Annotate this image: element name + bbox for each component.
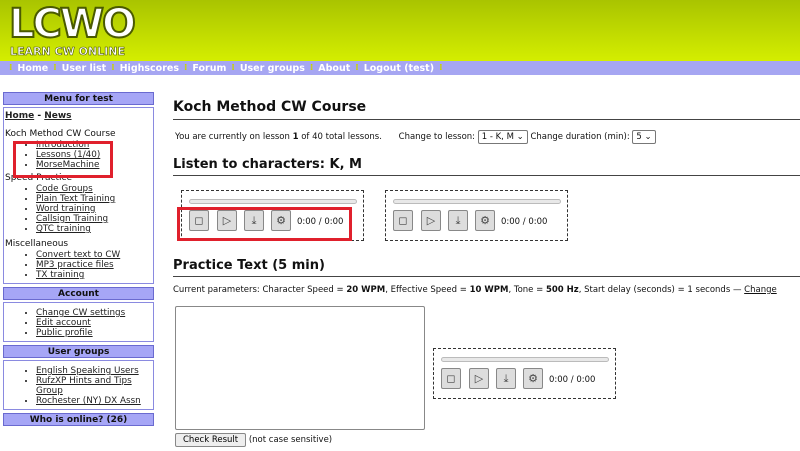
- koch-heading: Koch Method CW Course: [5, 129, 116, 139]
- download-icon: ⤓: [503, 371, 509, 385]
- params-text: , Start delay (seconds) = 1 seconds —: [578, 285, 745, 295]
- menu-heading: Menu for test: [3, 92, 154, 105]
- nav-user-list[interactable]: User list: [62, 63, 107, 74]
- progress-bar[interactable]: [189, 199, 357, 204]
- settings-button[interactable]: ⚙: [523, 368, 543, 389]
- lesson-select[interactable]: 1 - K, M ⌄: [477, 130, 528, 144]
- highlight-box: [13, 141, 113, 178]
- lesson-text-end: of 40 total lessons.: [298, 132, 382, 142]
- account-box: Change CW settingsEdit accountPublic pro…: [3, 302, 154, 342]
- stop-button[interactable]: ◻: [393, 210, 413, 231]
- duration-select[interactable]: 5 ⌄: [632, 130, 656, 144]
- listen-heading: Listen to characters: K, M: [173, 157, 800, 176]
- play-button[interactable]: ▷: [421, 210, 441, 231]
- time-display: 0:00 / 0:00: [549, 375, 596, 385]
- site-header: LCWO LEARN CW ONLINE: [0, 0, 800, 61]
- stop-icon: ◻: [446, 372, 456, 385]
- link-group-rufzxp[interactable]: RufzXP Hints and Tips Group: [36, 376, 132, 396]
- nav-forum[interactable]: Forum: [192, 63, 226, 74]
- duration-select-value: 5: [636, 132, 642, 142]
- practice-text-input[interactable]: [175, 306, 425, 430]
- parameters-line: Current parameters: Character Speed = 20…: [173, 285, 777, 295]
- nav-highscores[interactable]: Highscores: [120, 63, 179, 74]
- link-callsign-training[interactable]: Callsign Training: [36, 214, 108, 224]
- lesson-text: You are currently on lesson: [175, 132, 293, 142]
- lesson-select-value: 1 - K, M: [481, 132, 514, 142]
- link-word-training[interactable]: Word training: [36, 204, 96, 214]
- settings-button[interactable]: ⚙: [475, 210, 495, 231]
- effective-speed: 10 WPM: [469, 285, 509, 295]
- misc-heading: Miscellaneous: [5, 239, 69, 249]
- params-text: , Tone =: [508, 285, 546, 295]
- who-online-heading: Who is online? (26): [3, 413, 154, 426]
- link-mp3-files[interactable]: MP3 practice files: [36, 260, 114, 270]
- char-speed: 20 WPM: [346, 285, 386, 295]
- audio-player-3: ◻ ▷ ⤓ ⚙ 0:00 / 0:00: [433, 348, 616, 399]
- gear-icon: ⚙: [480, 214, 490, 227]
- progress-bar[interactable]: [441, 357, 609, 362]
- time-display: 0:00 / 0:00: [501, 217, 548, 227]
- params-text: Current parameters: Character Speed =: [173, 285, 347, 295]
- link-convert-text[interactable]: Convert text to CW: [36, 250, 120, 260]
- link-public-profile[interactable]: Public profile: [36, 328, 93, 338]
- chevron-down-icon: ⌄: [516, 132, 524, 142]
- account-heading: Account: [3, 287, 154, 300]
- page-title: Koch Method CW Course: [173, 99, 800, 120]
- tagline: LEARN CW ONLINE: [10, 45, 126, 59]
- link-plain-text[interactable]: Plain Text Training: [36, 194, 115, 204]
- download-button[interactable]: ⤓: [448, 210, 468, 231]
- play-icon: ▷: [426, 214, 436, 227]
- nav-about[interactable]: About: [318, 63, 350, 74]
- link-edit-account[interactable]: Edit account: [36, 318, 91, 328]
- case-note: (not case sensitive): [248, 435, 333, 445]
- params-text: , Effective Speed =: [385, 285, 470, 295]
- link-tx-training[interactable]: TX training: [36, 270, 84, 280]
- practice-heading: Practice Text (5 min): [173, 258, 800, 277]
- link-code-groups[interactable]: Code Groups: [36, 184, 93, 194]
- progress-bar[interactable]: [393, 199, 561, 204]
- nav-logout[interactable]: Logout (test): [364, 63, 434, 74]
- top-nav: ⁞ Home ⁞ User list ⁞ Highscores ⁞ Forum ⁞ Use…: [0, 61, 800, 75]
- check-row: Check Result (not case sensitive): [175, 433, 332, 447]
- menu-news-link[interactable]: News: [44, 111, 71, 121]
- menu-home-link[interactable]: Home: [5, 111, 34, 121]
- separator: -: [37, 111, 42, 121]
- nav-user-groups[interactable]: User groups: [240, 63, 305, 74]
- user-groups-box: English Speaking UsersRufzXP Hints and T…: [3, 360, 154, 410]
- link-group-rochester[interactable]: Rochester (NY) DX Assn: [36, 396, 141, 406]
- change-parameters-link[interactable]: Change: [744, 285, 777, 295]
- play-button[interactable]: ▷: [469, 368, 489, 389]
- stop-button[interactable]: ◻: [441, 368, 461, 389]
- chevron-down-icon: ⌄: [644, 132, 652, 142]
- link-qtc-training[interactable]: QTC training: [36, 224, 91, 234]
- stop-icon: ◻: [398, 214, 408, 227]
- link-change-cw-settings[interactable]: Change CW settings: [36, 308, 125, 318]
- link-group-english[interactable]: English Speaking Users: [36, 366, 139, 376]
- download-icon: ⤓: [455, 213, 461, 227]
- lesson-info: You are currently on lesson 1 of 40 tota…: [175, 130, 656, 144]
- highlight-box: [177, 207, 352, 241]
- change-duration-label: Change duration (min):: [530, 132, 630, 142]
- tone: 500 Hz: [545, 285, 579, 295]
- logo[interactable]: LCWO: [8, 1, 137, 47]
- download-button[interactable]: ⤓: [496, 368, 516, 389]
- user-groups-heading: User groups: [3, 345, 154, 358]
- change-lesson-label: Change to lesson:: [398, 132, 476, 142]
- check-result-button[interactable]: Check Result: [175, 433, 247, 447]
- menu-box: Home - News Koch Method CW Course Introd…: [3, 107, 154, 284]
- audio-player-2: ◻ ▷ ⤓ ⚙ 0:00 / 0:00: [385, 190, 568, 241]
- gear-icon: ⚙: [528, 372, 538, 385]
- play-icon: ▷: [474, 372, 484, 385]
- nav-home[interactable]: Home: [17, 63, 48, 74]
